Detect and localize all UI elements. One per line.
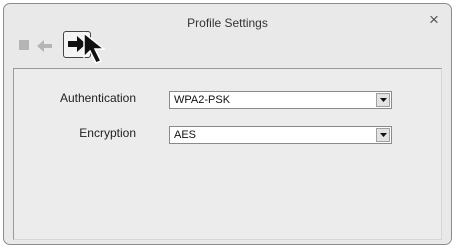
settings-panel: Authentication WPA2-PSK Encryption AES (13, 68, 442, 240)
back-button[interactable] (35, 36, 55, 56)
chevron-down-icon[interactable] (376, 93, 390, 107)
stop-button[interactable] (17, 38, 31, 52)
authentication-select[interactable]: WPA2-PSK (169, 91, 392, 109)
chevron-down-icon[interactable] (376, 128, 390, 142)
authentication-label: Authentication (59, 91, 136, 105)
profile-settings-window: Profile Settings × Authentication WPA2-P… (3, 3, 452, 245)
window-title: Profile Settings (187, 16, 268, 30)
encryption-select[interactable]: AES (169, 126, 392, 144)
stop-icon (19, 40, 29, 50)
arrow-left-icon (37, 40, 52, 52)
encryption-label: Encryption (79, 126, 136, 140)
encryption-value: AES (174, 129, 197, 141)
mouse-pointer-icon (83, 31, 107, 64)
authentication-value: WPA2-PSK (174, 94, 231, 106)
close-button[interactable]: × (426, 11, 442, 28)
